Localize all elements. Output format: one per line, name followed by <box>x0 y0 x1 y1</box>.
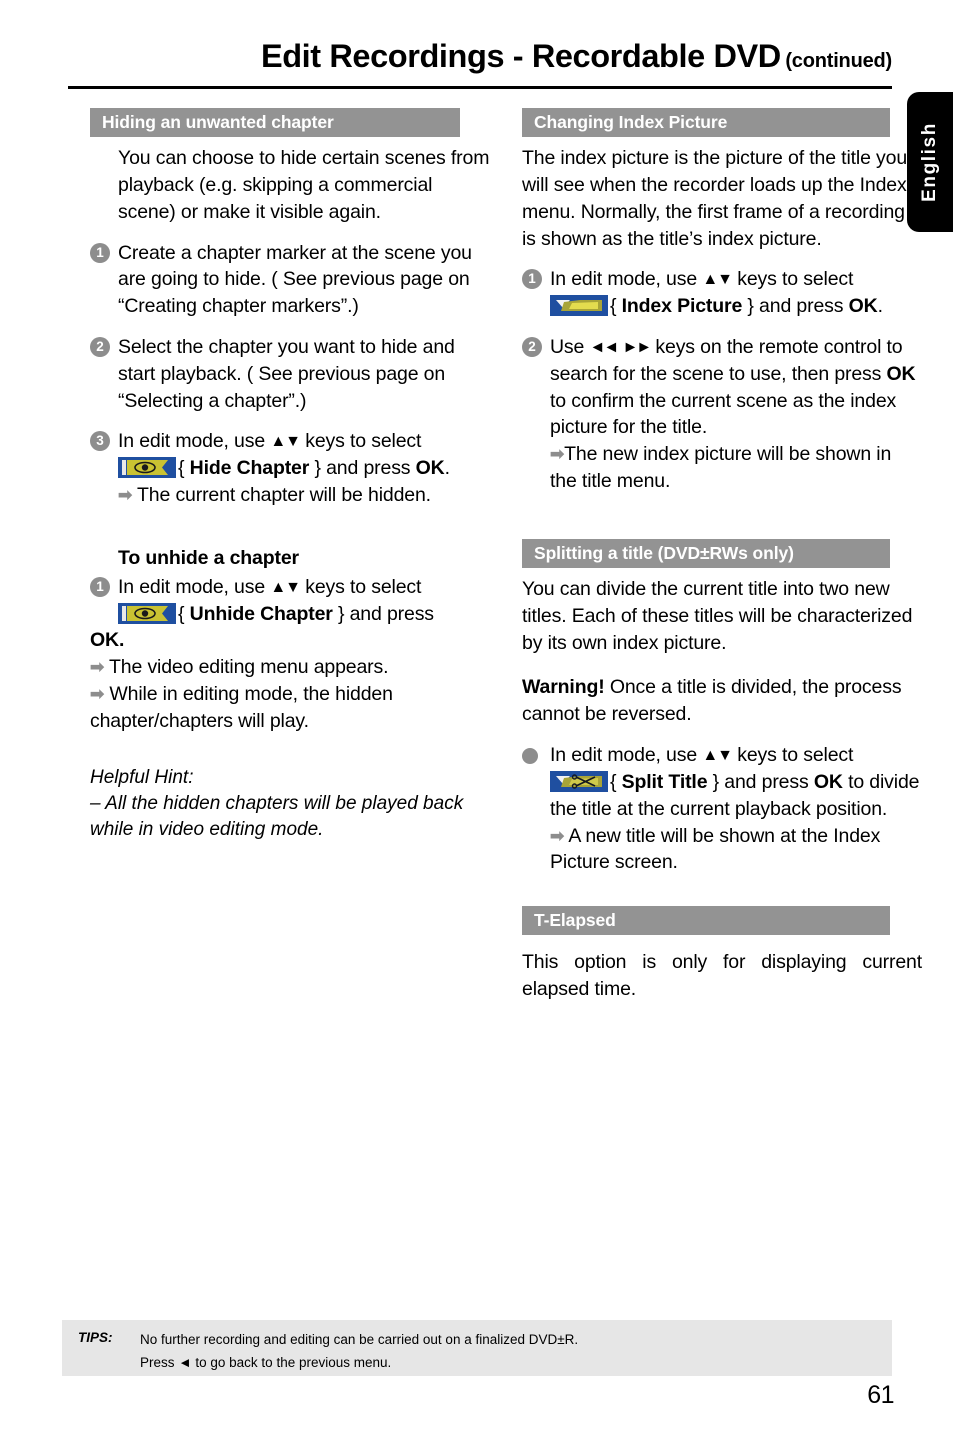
result-arrow-icon: ➡ <box>118 485 133 505</box>
helpful-hint-label: Helpful Hint: <box>90 766 194 788</box>
updown-keys-glyph: ▲▼ <box>702 271 733 289</box>
brace-open: { <box>610 295 622 318</box>
left-column: Hiding an unwanted chapter You can choos… <box>90 108 490 843</box>
brace-open: { <box>610 770 622 793</box>
bullet-dot-icon <box>522 748 538 765</box>
split-title-icon <box>550 770 608 792</box>
helpful-hint-text: – All the hidden chapters will be played… <box>90 792 464 840</box>
bullet-text-tail: keys to select <box>731 744 854 767</box>
result-arrow-icon: ➡ <box>550 444 565 464</box>
result-text: A new title will be shown at the Index P… <box>550 824 881 874</box>
step-text-lead: Use <box>550 336 590 358</box>
step-number: 1 <box>90 576 110 597</box>
result-text-cont: chapter/chapters will play. <box>90 709 309 732</box>
page-header: Edit Recordings - Recordable DVD (contin… <box>68 38 892 75</box>
result-line: ➡ While in editing mode, the hidden chap… <box>90 681 490 735</box>
tips-line-2-tail: to go back to the previous menu. <box>191 1354 392 1370</box>
splitting-title-intro: You can divide the current title into tw… <box>522 578 913 654</box>
step-item-index-picture: 1 In edit mode, use ▲▼ keys to select { … <box>522 266 922 320</box>
brace-close: } and press <box>707 770 814 793</box>
section-header-t-elapsed: T-Elapsed <box>522 906 890 936</box>
ok-key-label: OK <box>415 457 445 480</box>
result-text: The video editing menu appears. <box>109 656 389 679</box>
step-item-unhide-chapter: 1 In edit mode, use ▲▼ keys to select { … <box>90 574 490 628</box>
brace-open: { <box>178 457 190 480</box>
step-number: 2 <box>522 337 542 357</box>
ok-key-label: OK <box>813 770 843 793</box>
section-header-splitting-title: Splitting a title (DVD±RWs only) <box>522 538 890 568</box>
step-number: 2 <box>90 337 110 357</box>
subheading-unhide-chapter: To unhide a chapter <box>118 546 299 569</box>
menu-item-unhide-chapter: Unhide Chapter <box>189 602 333 625</box>
ok-key-label: OK. <box>90 629 125 652</box>
ok-key-label: OK <box>848 295 878 318</box>
step-item: 2 Select the chapter you want to hide an… <box>90 334 490 414</box>
result-arrow-icon: ➡ <box>90 657 105 677</box>
tips-footer: TIPS: No further recording and editing c… <box>62 1320 892 1376</box>
updown-keys-glyph: ▲▼ <box>270 578 301 596</box>
step-item: 1 Create a chapter marker at the scene y… <box>90 240 490 320</box>
result-arrow-icon: ➡ <box>550 826 565 845</box>
page-title: Edit Recordings - Recordable DVD <box>260 38 781 74</box>
step-text: Create a chapter marker at the scene you… <box>118 241 472 318</box>
step-text-lead: In edit mode, use <box>118 575 271 598</box>
menu-item-hide-chapter: Hide Chapter <box>189 457 310 480</box>
brace-close: } and press <box>742 295 849 318</box>
result-text: While in editing mode, the hidden <box>109 682 393 705</box>
step-item-hide-chapter: 3 In edit mode, use ▲▼ keys to select { … <box>90 428 490 508</box>
page-title-continued: (continued) <box>785 50 892 72</box>
hide-chapter-icon <box>118 457 176 479</box>
ok-key-label: OK <box>886 362 916 385</box>
warning-label: Warning! <box>522 676 605 699</box>
t-elapsed-text: This option is only for displaying curre… <box>522 951 922 1001</box>
bullet-text-lead: In edit mode, use <box>550 744 703 767</box>
brace-close: } and press <box>332 602 434 625</box>
period: . <box>877 295 883 318</box>
rewind-keys-glyph: ◄◄ <box>589 339 620 356</box>
result-arrow-icon: ➡ <box>90 684 105 704</box>
left-key-glyph: ◄ <box>178 1354 192 1370</box>
tips-line-1: No further recording and editing can be … <box>140 1332 579 1347</box>
brace-close: } and press <box>309 457 416 480</box>
unhide-chapter-icon <box>118 602 176 624</box>
result-line: ➡ The video editing menu appears. <box>90 654 490 681</box>
result-text: The current chapter will be hidden. <box>137 484 431 507</box>
step-text: Select the chapter you want to hide and … <box>118 336 455 412</box>
section-header-hiding-chapter: Hiding an unwanted chapter <box>90 108 460 138</box>
result-text: The new index picture will be shown in t… <box>550 443 892 493</box>
title-divider <box>68 86 892 89</box>
step-item-search-scene: 2 Use ◄◄ ►► keys on the remote control t… <box>522 334 922 495</box>
menu-item-split-title: Split Title <box>621 770 708 793</box>
index-picture-icon <box>550 295 608 317</box>
tips-line-2: Press ◄ to go back to the previous menu. <box>140 1352 892 1375</box>
step-text-tail: keys to select <box>299 430 422 453</box>
changing-index-intro: The index picture is the picture of the … <box>522 147 908 250</box>
section-header-changing-index-picture: Changing Index Picture <box>522 108 890 138</box>
page-number: 61 <box>867 1381 894 1409</box>
tips-line-2-lead: Press <box>140 1354 179 1370</box>
hiding-chapter-intro: You can choose to hide certain scenes fr… <box>118 147 490 223</box>
menu-item-index-picture: Index Picture <box>621 295 743 318</box>
brace-open: { <box>178 602 190 625</box>
forward-keys-glyph: ►► <box>622 339 652 356</box>
tips-label: TIPS: <box>78 1330 113 1345</box>
splitting-title-warning: Warning! Once a title is divided, the pr… <box>522 674 922 728</box>
period: . <box>444 457 450 480</box>
language-tab-label: English <box>919 122 940 202</box>
step-number: 1 <box>522 269 542 290</box>
updown-keys-glyph: ▲▼ <box>270 433 301 451</box>
step-text-tail: to confirm the current scene as the inde… <box>550 389 897 439</box>
right-column: Changing Index Picture The index picture… <box>522 108 922 1003</box>
step-text-tail: keys to select <box>731 268 854 291</box>
bullet-item-split-title: In edit mode, use ▲▼ keys to select { Sp… <box>522 742 922 876</box>
step-number: 3 <box>90 431 110 452</box>
step-text-tail: keys to select <box>299 575 422 598</box>
step-text-lead: In edit mode, use <box>118 430 271 453</box>
step-text-lead: In edit mode, use <box>550 268 703 291</box>
step-number: 1 <box>90 242 110 263</box>
updown-keys-glyph: ▲▼ <box>702 747 733 765</box>
